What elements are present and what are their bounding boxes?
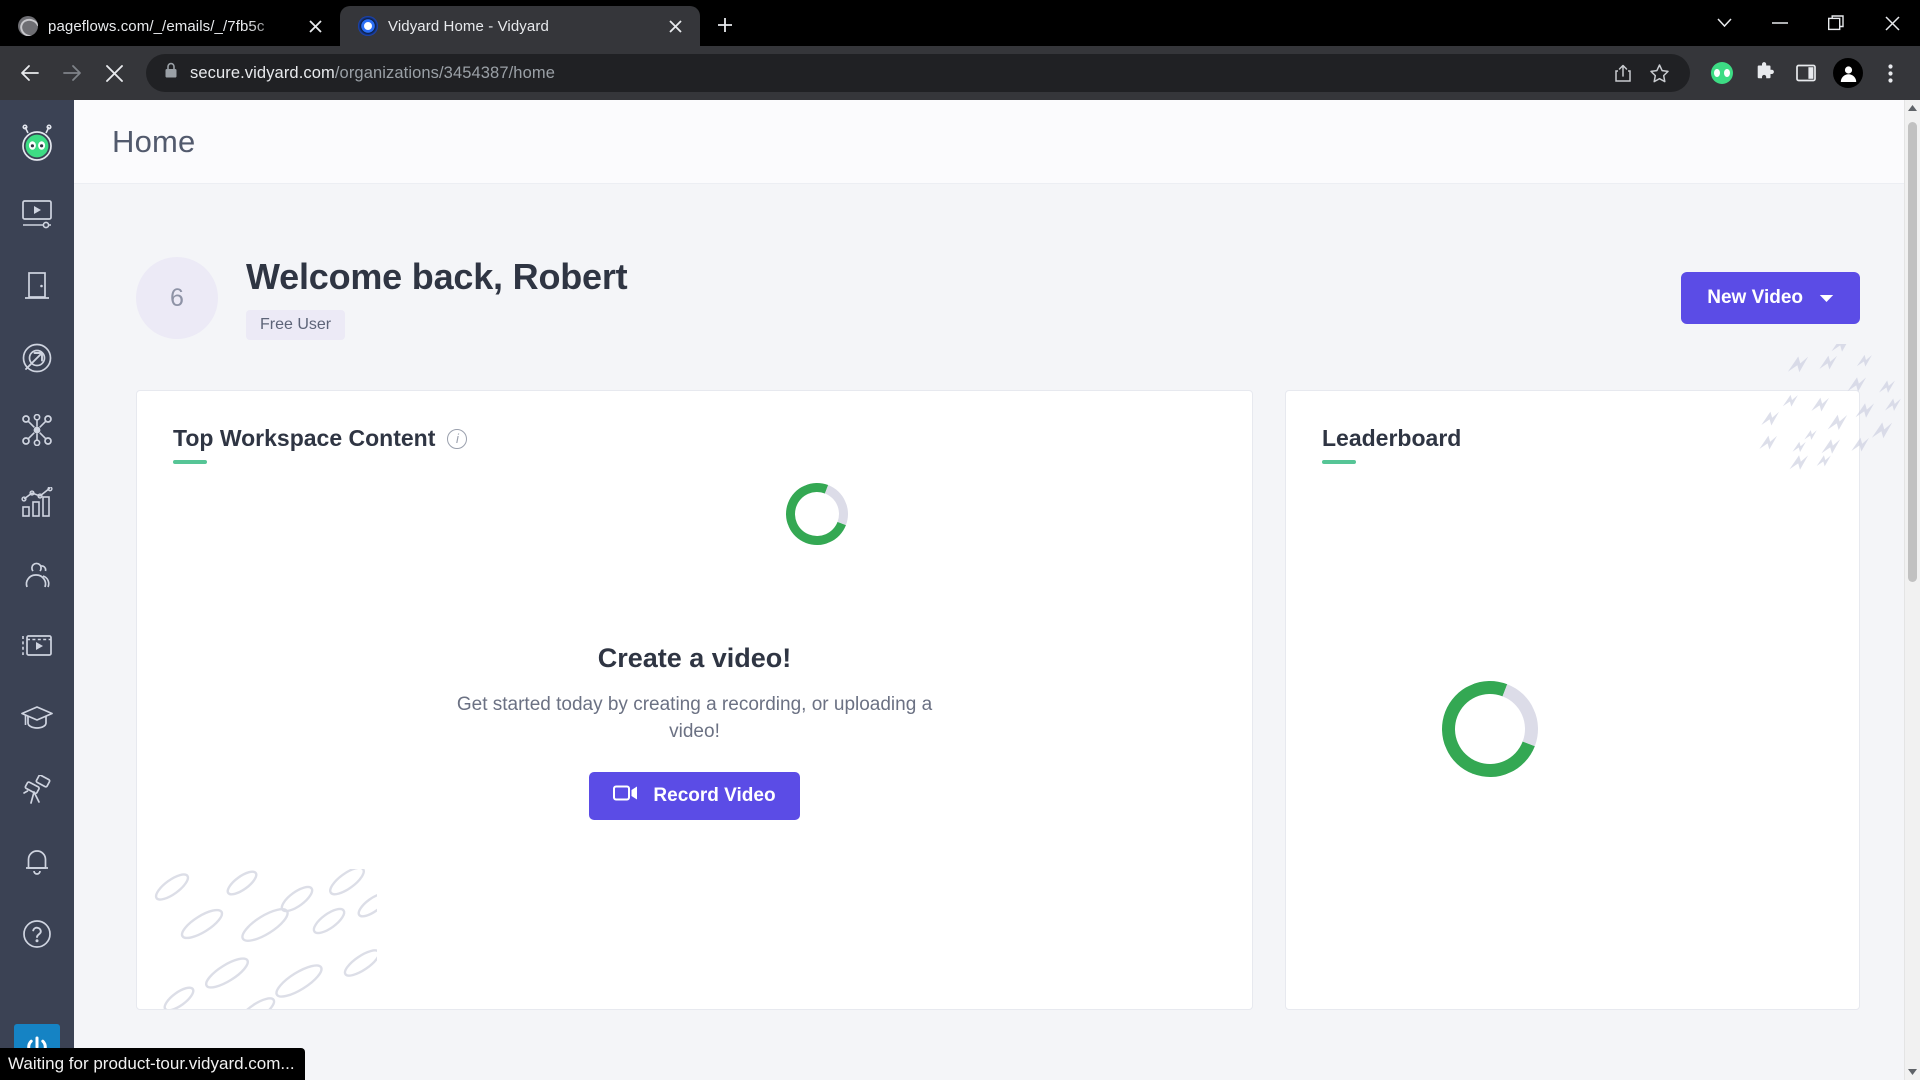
title-underline <box>1322 460 1356 464</box>
star-icon[interactable] <box>1642 56 1676 90</box>
status-bar: Waiting for product-tour.vidyard.com... <box>0 1048 305 1080</box>
ellipse-pattern <box>154 869 377 1009</box>
title-underline <box>173 460 207 464</box>
sidebar-item-campaigns[interactable] <box>9 334 65 386</box>
empty-state: Create a video! Get started today by cre… <box>137 643 1252 820</box>
scroll-down-arrow[interactable] <box>1905 1064 1920 1080</box>
camera-record-icon <box>613 784 639 808</box>
sidebar-item-analytics[interactable] <box>9 478 65 530</box>
maximize-icon[interactable] <box>1808 0 1864 46</box>
top-workspace-content-card: Top Workspace Content i Create a video! … <box>136 390 1253 1010</box>
share-icon[interactable] <box>1606 56 1640 90</box>
main-content: Home 6 Welcome back, Robert Free User Ne… <box>74 100 1920 1080</box>
welcome-text: Welcome back, Robert Free User <box>246 256 628 340</box>
sidebar-item-integrations[interactable] <box>9 406 65 458</box>
sidebar-item-playlists[interactable] <box>9 622 65 674</box>
info-circle-icon[interactable]: i <box>447 428 468 449</box>
network-nodes-icon <box>21 413 53 451</box>
telescope-icon <box>21 773 53 810</box>
page-title: Home <box>112 123 196 159</box>
sidebar-item-discover[interactable] <box>9 766 65 818</box>
graduation-cap-icon <box>21 704 53 737</box>
sidebar-item-videos[interactable] <box>9 190 65 242</box>
vidyard-robot-logo[interactable] <box>10 118 64 172</box>
new-video-label: New Video <box>1707 287 1803 308</box>
empty-state-subtitle: Get started today by creating a recordin… <box>456 694 933 742</box>
side-panel-icon[interactable] <box>1786 53 1826 93</box>
url-domain: secure.vidyard.com <box>190 63 335 82</box>
door-icon <box>22 271 52 306</box>
leaderboard-card: Leaderboard <box>1285 390 1860 1010</box>
status-text: Waiting for product-tour.vidyard.com... <box>8 1054 295 1073</box>
new-video-button[interactable]: New Video <box>1681 272 1860 324</box>
address-bar[interactable]: secure.vidyard.com/organizations/3454387… <box>146 54 1690 92</box>
browser-window: pageflows.com/_/emails/_/7fb5c Vidyard H… <box>0 0 1920 1080</box>
bell-icon <box>23 847 51 882</box>
card-title-text: Leaderboard <box>1322 425 1462 451</box>
chevron-down-icon <box>1819 287 1834 309</box>
scroll-up-arrow[interactable] <box>1905 100 1920 116</box>
welcome-heading: Welcome back, Robert <box>246 256 628 297</box>
puzzle-piece-icon[interactable] <box>1744 53 1784 93</box>
target-arrow-icon <box>21 342 53 379</box>
tab-close-button[interactable] <box>302 13 328 39</box>
minimize-icon[interactable] <box>1752 0 1808 46</box>
tab-strip: pageflows.com/_/emails/_/7fb5c Vidyard H… <box>0 0 1920 46</box>
three-dot-menu-icon[interactable] <box>1870 53 1910 93</box>
tab-title: pageflows.com/_/emails/_/7fb5c <box>48 17 265 35</box>
sidebar-item-notifications[interactable] <box>9 838 65 890</box>
vidyard-icon <box>358 16 378 36</box>
loading-spinner <box>1426 665 1554 793</box>
card-title: Leaderboard <box>1322 425 1859 452</box>
scrollbar-thumb[interactable] <box>1908 122 1917 582</box>
card-header: Leaderboard <box>1286 391 1859 464</box>
welcome-row: 6 Welcome back, Robert Free User New Vid… <box>136 256 1860 340</box>
avatar: 6 <box>136 257 218 339</box>
record-video-label: Record Video <box>653 784 776 806</box>
page-scrollbar[interactable] <box>1904 100 1920 1080</box>
page-header: Home <box>74 100 1920 184</box>
forward-arrow-icon[interactable] <box>52 53 92 93</box>
back-arrow-icon[interactable] <box>10 53 50 93</box>
loading-spinner <box>776 473 858 555</box>
app-sidebar <box>0 100 74 1080</box>
sidebar-item-help[interactable] <box>9 910 65 962</box>
stop-loading-icon[interactable] <box>94 53 134 93</box>
close-icon[interactable] <box>1864 0 1920 46</box>
browser-tab-vidyard[interactable]: Vidyard Home - Vidyard <box>340 6 700 46</box>
dashboard-cards: Top Workspace Content i Create a video! … <box>136 390 1860 1010</box>
browser-tab-pageflows[interactable]: pageflows.com/_/emails/_/7fb5c <box>0 6 340 46</box>
globe-icon <box>18 16 38 36</box>
tab-close-button[interactable] <box>662 13 688 39</box>
card-title-text: Top Workspace Content <box>173 425 436 451</box>
scroll-area: 6 Welcome back, Robert Free User New Vid… <box>74 184 1920 1080</box>
film-strip-icon <box>21 633 53 664</box>
tab-search-icon[interactable] <box>1696 0 1752 46</box>
new-tab-button[interactable] <box>708 8 742 42</box>
profile-avatar-icon[interactable] <box>1828 53 1868 93</box>
page-viewport: Home 6 Welcome back, Robert Free User Ne… <box>0 100 1920 1080</box>
people-icon <box>22 559 52 594</box>
sidebar-item-contacts[interactable] <box>9 550 65 602</box>
browser-toolbar: secure.vidyard.com/organizations/3454387… <box>0 46 1920 100</box>
card-header: Top Workspace Content i <box>137 391 1252 464</box>
empty-state-title: Create a video! <box>597 643 792 673</box>
video-player-icon <box>21 199 53 234</box>
vidyard-extension-icon[interactable] <box>1702 53 1742 93</box>
card-title: Top Workspace Content i <box>173 425 1252 452</box>
record-video-button[interactable]: Record Video <box>589 771 800 820</box>
tab-title: Vidyard Home - Vidyard <box>388 17 549 35</box>
question-circle-icon <box>22 919 52 954</box>
omnibox-actions <box>1606 56 1676 90</box>
url-path: /organizations/3454387/home <box>334 63 555 82</box>
status-badge: Free User <box>246 310 346 340</box>
bar-chart-icon <box>21 485 53 522</box>
url-text: secure.vidyard.com/organizations/3454387… <box>190 64 555 83</box>
toolbar-right-actions <box>1702 53 1910 93</box>
window-controls <box>1696 0 1920 46</box>
sidebar-item-academy[interactable] <box>9 694 65 746</box>
lock-icon <box>164 62 178 84</box>
sidebar-item-virtual-rooms[interactable] <box>9 262 65 314</box>
